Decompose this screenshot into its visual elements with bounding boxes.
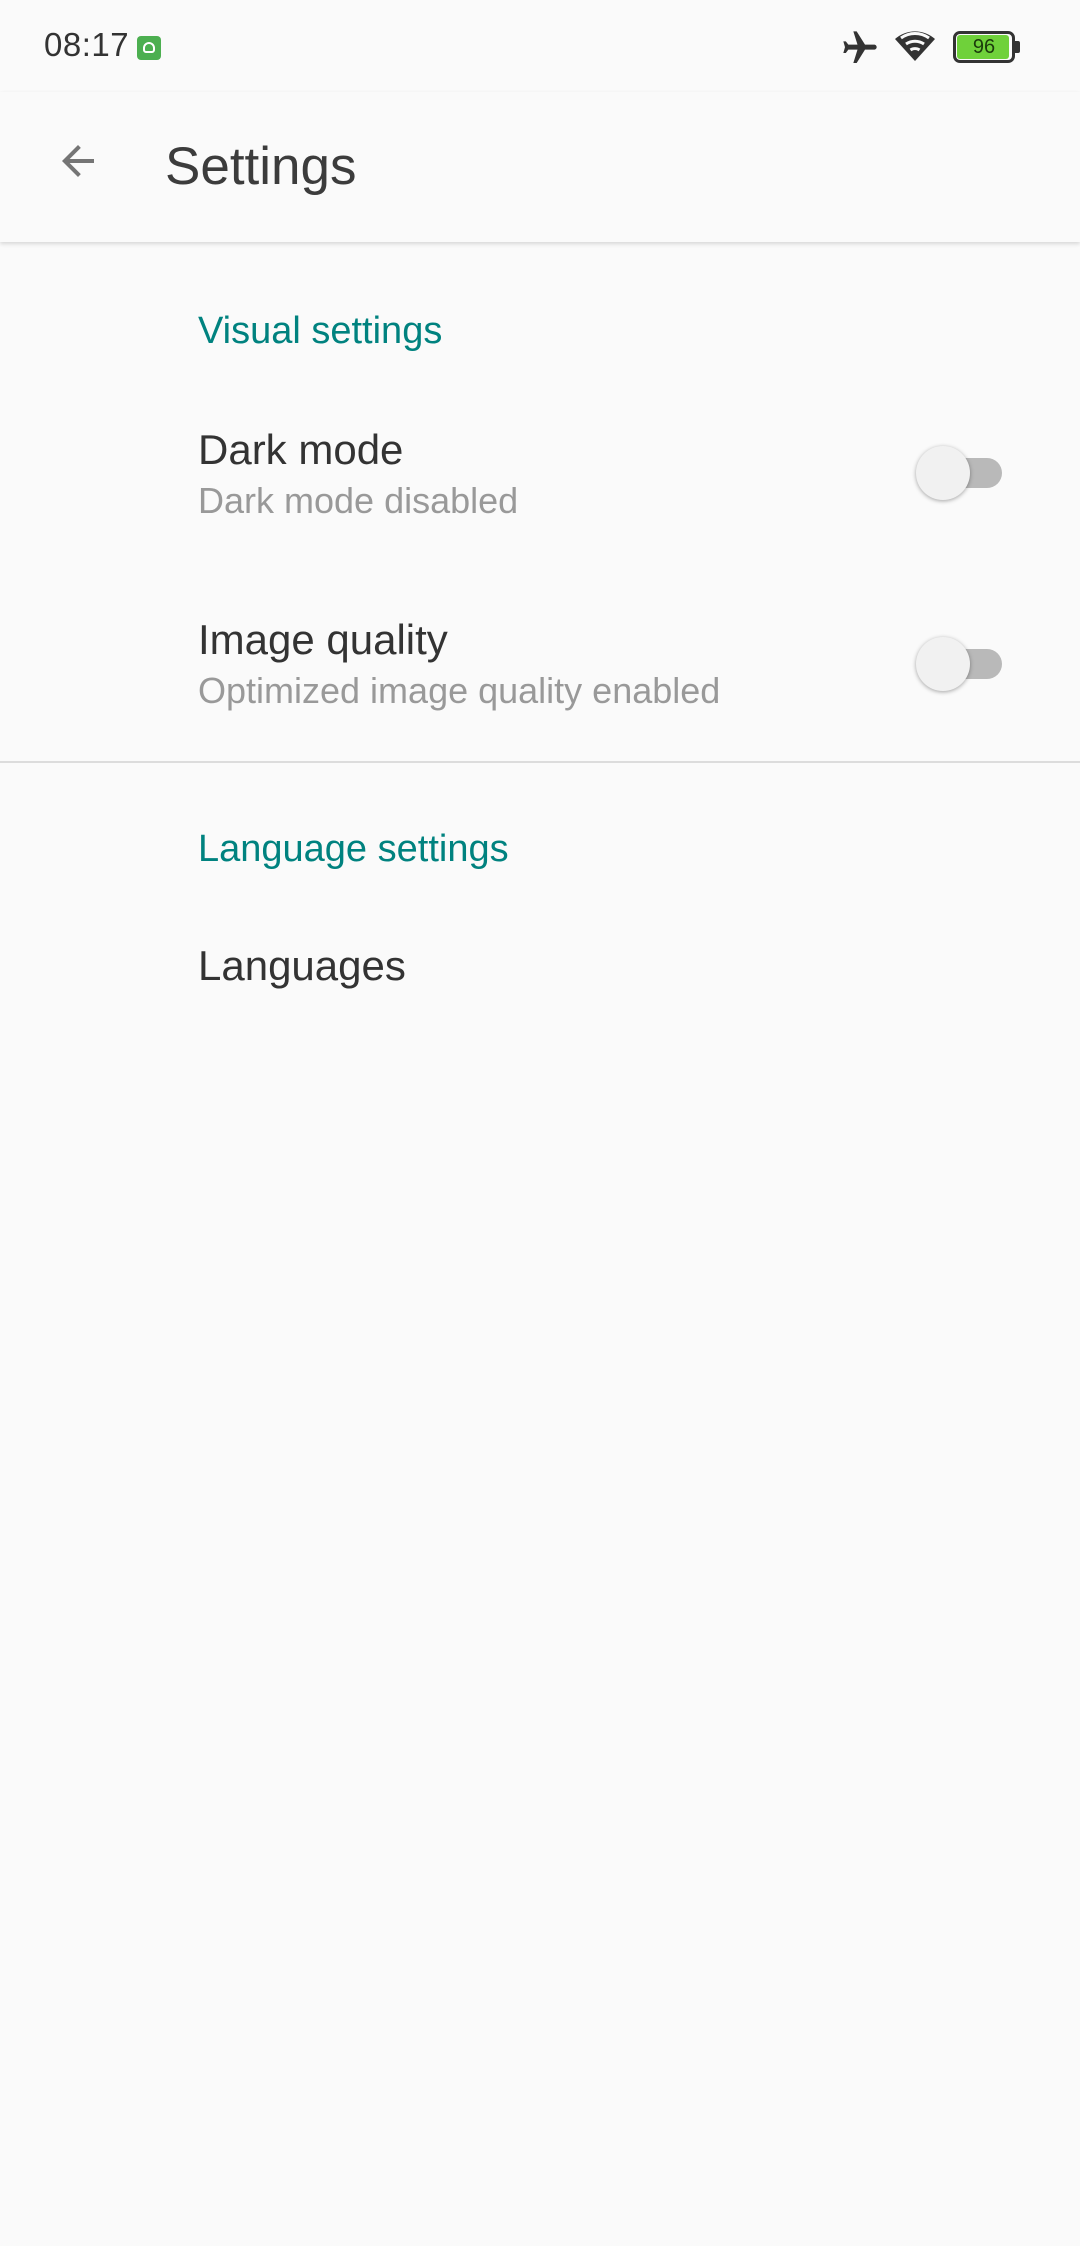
toggle-thumb bbox=[916, 637, 970, 691]
back-button[interactable] bbox=[40, 125, 116, 201]
wifi-icon bbox=[893, 28, 937, 64]
toggle-thumb bbox=[916, 446, 970, 500]
dark-mode-toggle[interactable] bbox=[916, 442, 1008, 502]
image-quality-toggle[interactable] bbox=[916, 633, 1008, 693]
preference-dark-mode[interactable]: Dark mode Dark mode disabled bbox=[0, 400, 1080, 570]
preference-summary: Optimized image quality enabled bbox=[198, 670, 721, 711]
status-time: 08:17 bbox=[44, 26, 130, 63]
preference-title: Dark mode bbox=[198, 426, 404, 473]
preference-summary: Dark mode disabled bbox=[198, 480, 519, 521]
preference-title: Languages bbox=[198, 942, 406, 989]
battery-icon: 96 bbox=[953, 31, 1021, 63]
battery-level: 96 bbox=[972, 36, 996, 58]
section-divider bbox=[0, 761, 1080, 763]
section-header-visual-settings: Visual settings bbox=[198, 310, 443, 352]
app-bar: Settings bbox=[0, 92, 1080, 242]
status-bar: 08:17 96 bbox=[0, 0, 1080, 92]
section-header-language-settings: Language settings bbox=[198, 828, 509, 870]
preference-languages[interactable]: Languages bbox=[0, 910, 1080, 1030]
app-notification-icon bbox=[137, 36, 161, 60]
preference-title: Image quality bbox=[198, 616, 448, 663]
airplane-mode-icon bbox=[840, 28, 880, 68]
page-title: Settings bbox=[165, 137, 357, 196]
arrow-back-icon bbox=[54, 137, 102, 190]
preference-image-quality[interactable]: Image quality Optimized image quality en… bbox=[0, 590, 1080, 760]
